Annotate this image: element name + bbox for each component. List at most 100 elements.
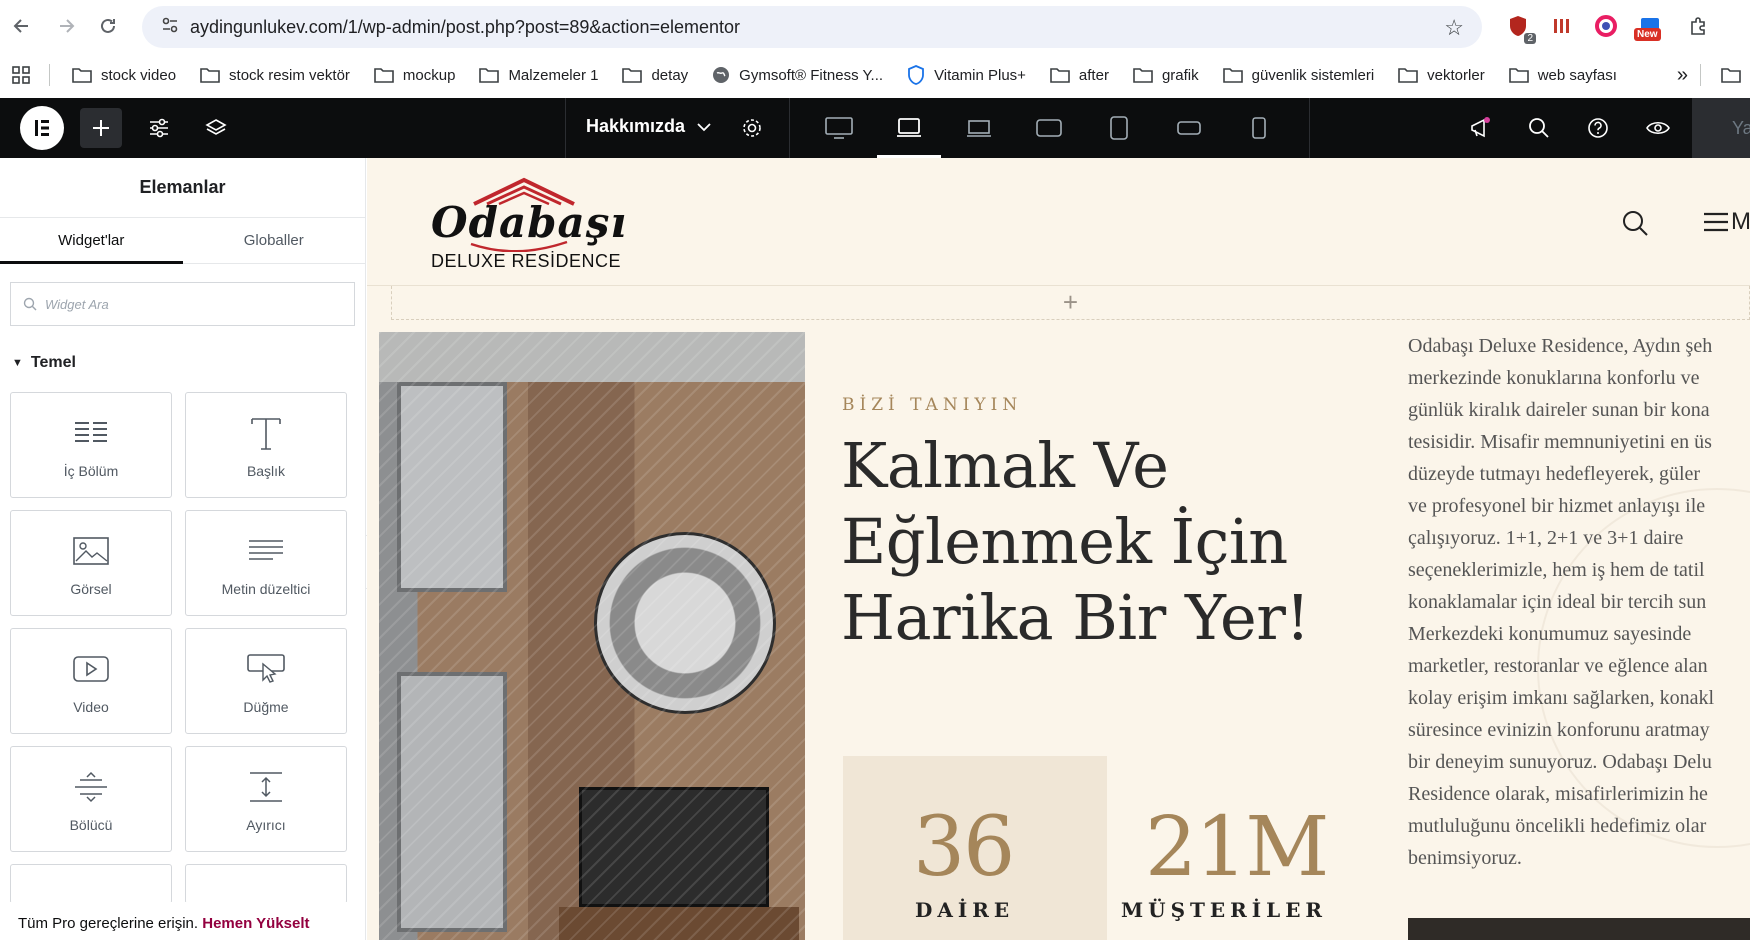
back-button[interactable] <box>0 4 44 48</box>
toolbar-divider <box>789 98 790 158</box>
shield-icon <box>908 65 924 85</box>
add-section-dropzone[interactable]: + <box>391 286 1750 320</box>
plus-icon <box>93 120 109 136</box>
about-paragraph[interactable]: Odabaşı Deluxe Residence, Aydın şeh merk… <box>1408 330 1748 874</box>
desktop-view-button[interactable] <box>819 110 859 146</box>
stat-label: MÜŞTERİLER <box>1121 898 1328 922</box>
megaphone-icon <box>1471 117 1490 138</box>
stat-card-apartments[interactable]: 36 DAİRE <box>843 756 1107 940</box>
tablet-landscape-view-button[interactable] <box>1029 110 1069 146</box>
elementor-logo-button[interactable] <box>20 106 64 150</box>
widget-video[interactable]: Video <box>10 628 172 734</box>
paragraph-line: günlük kiralık daireler sunan bir kona <box>1408 399 1710 421</box>
caret-down-icon: ▼ <box>12 357 23 369</box>
tablet-view-button[interactable] <box>1099 110 1139 146</box>
widget-text-editor[interactable]: Metin düzeltici <box>185 510 347 616</box>
widget-spacer[interactable]: Ayırıcı <box>185 746 347 852</box>
mobile-icon <box>1252 117 1266 139</box>
more-bookmarks-button[interactable]: » <box>1665 59 1700 91</box>
bookmark-item[interactable]: after <box>1038 59 1121 91</box>
bookmark-label: Vitamin Plus+ <box>934 66 1026 84</box>
bookmark-item[interactable]: Gymsoft® Fitness Y... <box>700 59 895 91</box>
extension-shield-icon[interactable]: 2 <box>1504 12 1536 44</box>
widget-image[interactable]: Görsel <box>10 510 172 616</box>
folder-icon <box>1721 68 1741 83</box>
widget-label: Metin düzeltici <box>221 581 311 597</box>
bookmark-item[interactable]: detay <box>610 59 700 91</box>
widget-divider[interactable]: Bölücü <box>10 746 172 852</box>
header-search-button[interactable] <box>1622 210 1648 241</box>
bookmark-star-icon[interactable]: ☆ <box>1444 15 1464 41</box>
site-settings-icon[interactable] <box>150 16 190 39</box>
promo-text: Tüm Pro gereçlerine erişin. <box>18 915 199 932</box>
upgrade-link[interactable]: Hemen Yükselt <box>202 915 309 932</box>
tab-widgets[interactable]: Widget'lar <box>0 218 183 264</box>
tab-globals[interactable]: Globaller <box>183 218 366 263</box>
mobile-landscape-view-button[interactable] <box>1169 110 1209 146</box>
mobile-view-button[interactable] <box>1239 110 1279 146</box>
widget-search-input[interactable]: Widget Ara <box>10 282 355 326</box>
widget-partial[interactable] <box>185 864 347 904</box>
forward-arrow-icon <box>60 19 75 33</box>
bookmark-label: detay <box>651 66 689 84</box>
structure-button[interactable] <box>195 108 237 148</box>
chevron-down-icon <box>697 122 711 131</box>
widget-partial[interactable] <box>10 864 172 904</box>
header-menu-button[interactable]: M <box>1703 208 1750 236</box>
section-kicker[interactable]: BİZİ TANIYIN <box>842 395 1022 415</box>
bookmark-item[interactable]: web sayfası <box>1497 59 1629 91</box>
bookmark-item[interactable]: mockup <box>362 59 468 91</box>
help-button[interactable] <box>1577 108 1619 148</box>
whats-new-button[interactable] <box>1459 108 1501 148</box>
site-settings-button[interactable] <box>138 108 180 148</box>
bookmark-item[interactable]: Vitamin Plus+ <box>895 59 1038 91</box>
bookmark-item[interactable]: güvenlik sistemleri <box>1211 59 1387 91</box>
publish-button[interactable]: Ya <box>1692 98 1750 158</box>
reload-button[interactable] <box>86 4 130 48</box>
bookmark-item[interactable]: stock resim vektör <box>188 59 362 91</box>
publish-label: Ya <box>1732 118 1750 138</box>
bookmark-item[interactable]: grafik <box>1121 59 1211 91</box>
bookmark-item[interactable]: vektorler <box>1386 59 1497 91</box>
sliders-icon <box>150 118 168 138</box>
reload-icon <box>101 18 115 33</box>
extensions-puzzle-icon[interactable] <box>1684 12 1712 40</box>
search-placeholder: Widget Ara <box>45 296 109 312</box>
bookmark-label: stock resim vektör <box>229 66 350 84</box>
tablet-landscape-icon <box>1036 119 1062 137</box>
widget-inner-section[interactable]: İç Bölüm <box>10 392 172 498</box>
stat-card-customers[interactable]: 21M MÜŞTERİLER <box>1107 756 1397 940</box>
add-element-button[interactable] <box>80 108 122 148</box>
desktop-icon <box>825 117 853 139</box>
section-headline[interactable]: Kalmak Ve Eğlenmek İçin Harika Bir Yer! <box>841 428 1321 656</box>
widget-label: Başlık <box>246 463 286 479</box>
widget-button[interactable]: Düğme <box>185 628 347 734</box>
spacer-icon <box>250 772 282 802</box>
tablet-extra-view-button[interactable] <box>959 110 999 146</box>
preview-button[interactable] <box>1637 108 1679 148</box>
widget-heading[interactable]: Başlık <box>185 392 347 498</box>
address-bar[interactable]: aydingunlukev.com/1/wp-admin/post.php?po… <box>142 6 1482 48</box>
about-image[interactable] <box>379 332 805 940</box>
bookmark-label: mockup <box>402 66 456 84</box>
extension-new-icon[interactable]: New <box>1634 12 1664 41</box>
extension-bars-icon[interactable] <box>1548 12 1576 40</box>
bookmark-item[interactable]: Malzemeler 1 <box>467 59 610 91</box>
widgets-panel: Elemanlar Widget'lar Globaller Widget Ar… <box>0 158 366 940</box>
bookmark-item[interactable]: stock video <box>60 59 188 91</box>
page-selector[interactable]: Hakkımızda <box>586 116 711 137</box>
forward-button[interactable] <box>44 4 88 48</box>
widget-grid: İç Bölüm Başlık Görsel Metin düzeltici V… <box>0 382 365 914</box>
site-logo[interactable]: Odabaşı DELUXE RESİDENCE <box>429 176 626 276</box>
finder-search-button[interactable] <box>1518 108 1560 148</box>
laptop-view-button[interactable] <box>877 110 941 158</box>
all-bookmarks-folder[interactable] <box>1709 59 1750 91</box>
category-basic-toggle[interactable]: ▼ Temel <box>0 344 365 382</box>
widget-label: Düğme <box>243 699 289 715</box>
elementor-logo-icon <box>35 120 49 136</box>
extension-color-icon[interactable] <box>1592 12 1620 40</box>
paragraph-line: kolay erişim imkanı sağlarken, konakl <box>1408 687 1715 709</box>
apps-grid-button[interactable] <box>0 59 49 91</box>
page-settings-button[interactable] <box>731 108 773 148</box>
eye-icon <box>1646 121 1670 135</box>
